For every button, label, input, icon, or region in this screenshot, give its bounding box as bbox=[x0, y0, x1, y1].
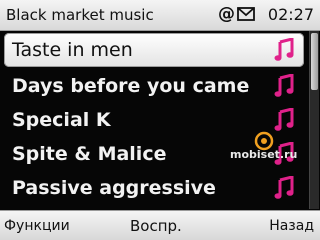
list-item[interactable]: Days before you came bbox=[4, 69, 304, 103]
list-item[interactable]: Taste in men bbox=[4, 33, 304, 67]
music-note-icon bbox=[274, 74, 294, 97]
music-note-icon bbox=[274, 176, 294, 199]
track-title: Passive aggressive bbox=[12, 177, 216, 199]
music-player-screen: Black market music @ 02:27 Taste in men … bbox=[0, 0, 320, 240]
track-list: Taste in men Days before you came Specia… bbox=[0, 31, 310, 209]
playlist-title: Black market music bbox=[6, 6, 154, 24]
track-title: Taste in men bbox=[12, 39, 133, 61]
back-softkey[interactable]: Назад bbox=[269, 217, 314, 235]
at-icon: @ bbox=[218, 4, 235, 24]
track-title: Days before you came bbox=[12, 75, 250, 97]
music-note-icon bbox=[274, 38, 294, 61]
list-item[interactable]: Passive aggressive bbox=[4, 171, 304, 205]
options-softkey[interactable]: Функции bbox=[4, 217, 70, 235]
music-note-icon bbox=[274, 108, 294, 131]
clock: 02:27 bbox=[267, 5, 314, 24]
softkey-bar: Функции Воспр. Назад bbox=[0, 210, 320, 240]
scrollbar-thumb[interactable] bbox=[311, 33, 318, 90]
watermark: mobiset.ru bbox=[230, 130, 320, 170]
track-title: Special K bbox=[12, 109, 111, 131]
scrollbar[interactable] bbox=[309, 31, 319, 209]
track-title: Spite & Malice bbox=[12, 143, 167, 165]
mail-icon bbox=[237, 7, 255, 21]
status-bar: Black market music @ 02:27 bbox=[0, 0, 320, 31]
play-softkey[interactable]: Воспр. bbox=[130, 217, 182, 235]
watermark-text: mobiset.ru bbox=[230, 148, 298, 161]
